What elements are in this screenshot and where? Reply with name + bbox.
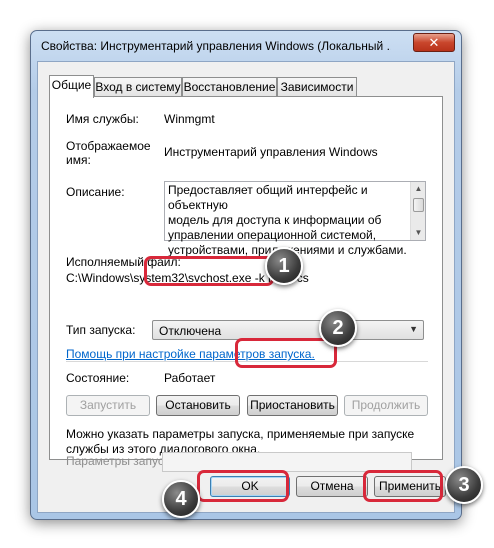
chevron-down-icon: ▼ <box>409 324 418 334</box>
step-badge-3: 3 <box>445 466 483 504</box>
service-name-value: Winmgmt <box>164 112 215 126</box>
close-button[interactable]: ✕ <box>413 33 455 52</box>
stop-service-button[interactable]: Остановить <box>156 395 240 416</box>
state-label: Состояние: <box>66 371 130 385</box>
description-line: управлении операционной системой, <box>168 228 377 242</box>
scroll-down-icon[interactable]: ▼ <box>411 226 426 240</box>
state-value: Работает <box>164 371 216 385</box>
description-line: Предоставляет общий интерфейс и объектну… <box>168 183 368 212</box>
highlight-ok-button <box>197 470 289 502</box>
display-name-label-line2: имя: <box>66 153 91 167</box>
window-title: Свойства: Инструментарий управления Wind… <box>41 39 391 53</box>
description-label: Описание: <box>66 185 125 199</box>
resume-service-button[interactable]: Продолжить <box>344 395 428 416</box>
highlight-pause-button <box>235 338 337 368</box>
start-params-input[interactable] <box>162 452 412 472</box>
display-name-value: Инструментарий управления Windows <box>164 145 378 159</box>
start-service-button[interactable]: Запустить <box>66 395 150 416</box>
tab-logon[interactable]: Вход в систему <box>94 77 182 97</box>
scroll-thumb[interactable] <box>413 198 424 212</box>
service-name-label: Имя службы: <box>66 112 139 126</box>
title-bar[interactable]: Свойства: Инструментарий управления Wind… <box>31 31 461 61</box>
highlight-startup-type <box>144 256 274 286</box>
description-scrollbar[interactable]: ▲ ▼ <box>410 182 425 240</box>
highlight-apply-button <box>363 470 443 502</box>
cancel-button[interactable]: Отмена <box>296 476 368 497</box>
startup-type-label: Тип запуска: <box>66 323 136 337</box>
tab-recovery[interactable]: Восстановление <box>182 77 277 97</box>
startup-type-select[interactable]: Отключена ▼ <box>152 320 424 340</box>
display-name-label-line1: Отображаемое <box>66 139 151 153</box>
pause-service-button[interactable]: Приостановить <box>247 395 338 416</box>
step-badge-4: 4 <box>162 480 200 518</box>
description-line: модель для доступа к информации об <box>168 213 382 227</box>
description-box[interactable]: Предоставляет общий интерфейс и объектну… <box>164 181 426 257</box>
step-badge-1: 1 <box>265 247 303 285</box>
tab-general[interactable]: Общие <box>49 75 94 98</box>
start-params-note-line1: Можно указать параметры запуска, применя… <box>66 427 415 441</box>
scroll-up-icon[interactable]: ▲ <box>411 182 426 196</box>
close-icon: ✕ <box>428 35 440 50</box>
dialog-client-area: Общие Вход в систему Восстановление Зави… <box>37 61 455 513</box>
startup-type-value: Отключена <box>159 324 222 338</box>
tab-dependencies[interactable]: Зависимости <box>277 77 357 97</box>
step-badge-2: 2 <box>319 309 357 347</box>
